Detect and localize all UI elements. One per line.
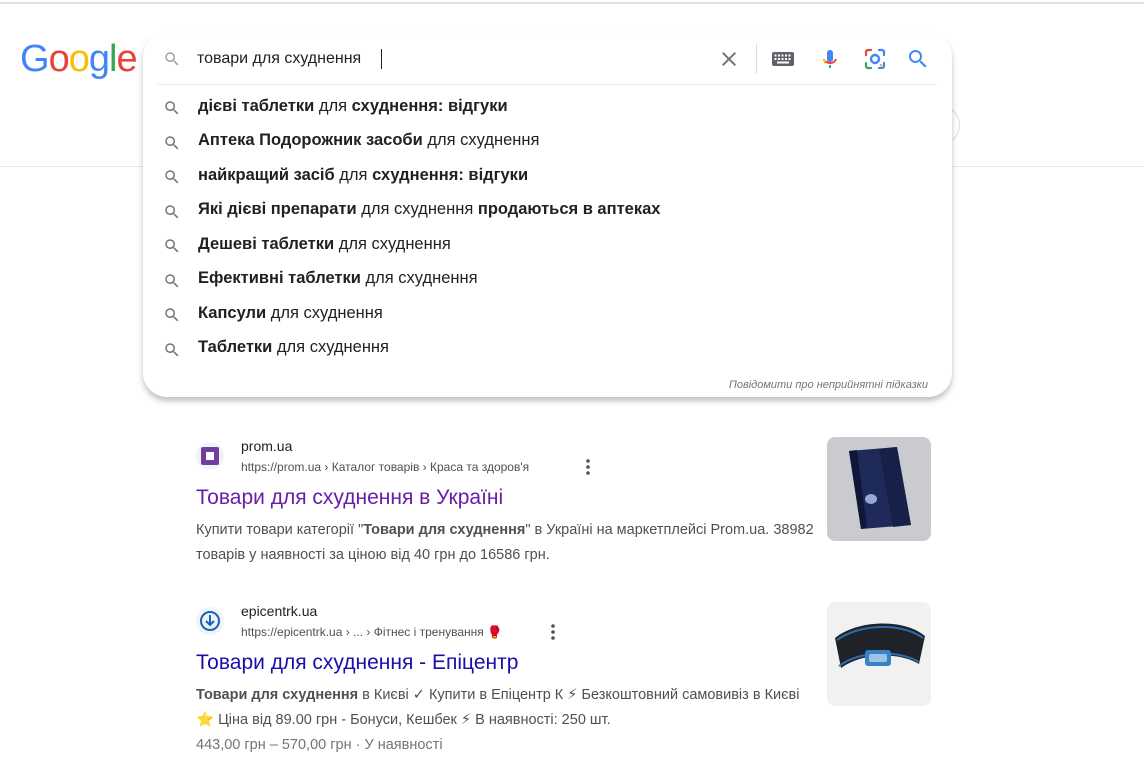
result-thumbnail-waist-belt[interactable] <box>827 437 931 541</box>
search-icon <box>163 306 181 329</box>
logo-letter: l <box>108 38 118 80</box>
result-site-name[interactable]: epicentrk.ua <box>241 603 317 619</box>
more-options-icon[interactable] <box>545 621 561 643</box>
keyboard-icon[interactable] <box>771 49 795 69</box>
result-thumbnail-slimming-belt[interactable] <box>827 602 931 706</box>
suggestion-text-part-bold: дієві таблетки <box>198 96 315 115</box>
microphone-icon[interactable] <box>818 47 842 71</box>
search-input[interactable] <box>197 46 697 72</box>
suggestion-text-part: для <box>314 96 352 115</box>
suggestion-text-part-bold: Які дієві препарати <box>198 200 357 219</box>
search-icon <box>163 50 181 73</box>
suggestion-item[interactable]: найкращий засіб для схуднення: відгуки <box>143 158 952 193</box>
result-snippet: Товари для схуднення в Києві ✓ Купити в … <box>196 683 816 758</box>
suggestion-item[interactable]: Ефективні таблетки для схуднення <box>143 262 952 297</box>
suggestion-text-part-bold: Капсули <box>198 303 267 322</box>
search-result: prom.ua https://prom.ua › Каталог товарі… <box>196 438 816 578</box>
result-title-link[interactable]: Товари для схуднення в Україні <box>196 486 503 510</box>
suggestion-text-part-bold: схуднення: відгуки <box>372 165 529 184</box>
search-submit-icon[interactable] <box>906 47 930 71</box>
google-logo[interactable]: Google <box>20 38 138 81</box>
suggestion-text-part-bold: Таблетки <box>198 338 273 357</box>
logo-letter: g <box>88 38 110 80</box>
suggestion-text: Ефективні таблетки для схуднення <box>198 269 478 288</box>
suggestion-text: Капсули для схуднення <box>198 304 383 323</box>
logo-letter: G <box>20 38 50 80</box>
search-icon <box>163 134 181 157</box>
suggestion-text-part-bold: схуднення: відгуки <box>351 96 508 115</box>
clear-icon[interactable] <box>717 47 741 71</box>
suggestion-text-part-bold: Ефективні таблетки <box>198 269 361 288</box>
suggestion-text-part: для схуднення <box>334 234 451 253</box>
search-icon <box>163 341 181 364</box>
suggestion-text: Таблетки для схуднення <box>198 338 389 357</box>
suggestion-text-part: для схуднення <box>422 131 540 150</box>
snippet-part-bold: Товари для схуднення <box>196 687 359 703</box>
search-bar <box>143 33 952 85</box>
more-options-icon[interactable] <box>580 456 596 478</box>
prom-favicon <box>196 442 224 470</box>
search-icon <box>163 203 181 226</box>
search-icon <box>163 168 181 191</box>
text-cursor <box>381 49 382 69</box>
suggestion-text-part: для схуднення <box>356 200 478 219</box>
suggestion-text-part: для <box>334 165 373 184</box>
suggestion-text: дієві таблетки для схуднення: відгуки <box>198 97 508 116</box>
result-site-name[interactable]: prom.ua <box>241 438 292 454</box>
suggestion-item[interactable]: Дешеві таблетки для схуднення <box>143 227 952 262</box>
result-title-link[interactable]: Товари для схуднення - Епіцентр <box>196 651 518 675</box>
search-suggestions-panel: дієві таблетки для схуднення: відгуки Апт… <box>143 33 952 397</box>
suggestion-item[interactable]: Аптека Подорожник засоби для схуднення <box>143 124 952 159</box>
snippet-part: Купити товари категорії " <box>196 522 364 538</box>
result-price-availability: 443,00 грн – 570,00 грн · У наявності <box>196 737 443 753</box>
suggestion-text-part-bold: продаються в аптеках <box>477 200 661 219</box>
search-result: epicentrk.ua https://epicentrk.ua › ... … <box>196 603 816 763</box>
suggestion-item[interactable]: Які дієві препарати для схуднення продаю… <box>143 193 952 228</box>
suggestion-text-part-bold: Дешеві таблетки <box>198 234 335 253</box>
suggestion-item[interactable]: дієві таблетки для схуднення: відгуки <box>143 89 952 124</box>
logo-letter: e <box>116 38 137 80</box>
suggestion-text: Дешеві таблетки для схуднення <box>198 235 451 254</box>
search-divider <box>157 84 937 85</box>
lens-icon[interactable] <box>863 47 887 71</box>
toolbar-divider <box>756 44 757 74</box>
search-icon <box>163 99 181 122</box>
report-suggestions-link[interactable]: Повідомити про неприйнятні підказки <box>729 379 928 391</box>
suggestion-text: Аптека Подорожник засоби для схуднення <box>198 131 539 150</box>
suggestion-text-part: для схуднення <box>266 303 383 322</box>
result-url[interactable]: https://epicentrk.ua › ... › Фітнес і тр… <box>241 625 502 639</box>
suggestion-item[interactable]: Капсули для схуднення <box>143 296 952 331</box>
logo-letter: o <box>68 38 90 80</box>
suggestion-text: Які дієві препарати для схуднення продаю… <box>198 200 660 219</box>
suggestion-item[interactable]: Таблетки для схуднення <box>143 331 952 366</box>
suggestion-text-part-bold: Аптека Подорожник засоби <box>198 131 423 150</box>
suggestion-list: дієві таблетки для схуднення: відгуки Апт… <box>143 89 952 365</box>
epicentr-favicon <box>196 607 224 635</box>
suggestion-text-part-bold: найкращий засіб <box>198 165 335 184</box>
suggestion-text-part: для схуднення <box>360 269 478 288</box>
browser-top-border <box>0 2 1144 4</box>
search-icon <box>163 272 181 295</box>
result-url[interactable]: https://prom.ua › Каталог товарів › Крас… <box>241 460 529 474</box>
result-snippet: Купити товари категорії "Товари для схуд… <box>196 518 816 568</box>
search-icon <box>163 237 181 260</box>
suggestion-text: найкращий засіб для схуднення: відгуки <box>198 166 528 185</box>
logo-letter: o <box>48 38 70 80</box>
suggestion-text-part: для схуднення <box>272 338 389 357</box>
snippet-part-bold: Товари для схуднення <box>363 522 526 538</box>
